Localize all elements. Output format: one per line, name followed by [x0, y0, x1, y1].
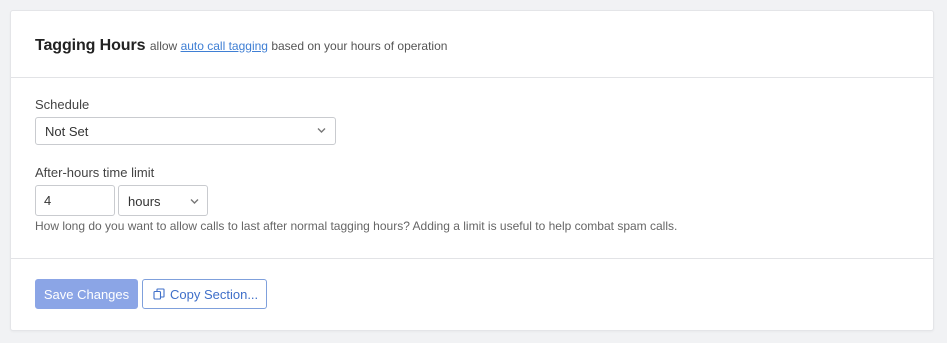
time-limit-input[interactable] — [35, 185, 115, 216]
copy-section-button[interactable]: Copy Section... — [142, 279, 267, 309]
chevron-down-icon — [317, 128, 326, 133]
section-subtitle: allow auto call tagging based on your ho… — [150, 39, 448, 53]
card-header: Tagging Hours allow auto call tagging ba… — [11, 11, 933, 78]
tagging-hours-card: Tagging Hours allow auto call tagging ba… — [10, 10, 934, 331]
save-changes-button[interactable]: Save Changes — [35, 279, 138, 309]
chevron-down-icon — [190, 199, 199, 204]
schedule-label: Schedule — [35, 97, 90, 112]
time-unit-select[interactable]: hours — [118, 185, 208, 216]
time-limit-help-text: How long do you want to allow calls to l… — [35, 219, 678, 233]
after-hours-label: After-hours time limit — [35, 165, 155, 180]
subtitle-suffix: based on your hours of operation — [271, 39, 448, 53]
time-unit-selected-value: hours — [128, 194, 161, 209]
card-body: Schedule Not Set After-hours time limit … — [11, 78, 933, 259]
subtitle-prefix: allow — [149, 39, 178, 53]
card-footer: Save Changes Copy Section... — [11, 259, 933, 309]
copy-section-label: Copy Section... — [170, 286, 259, 302]
schedule-selected-value: Not Set — [45, 124, 89, 139]
auto-call-tagging-link[interactable]: auto call tagging — [181, 39, 268, 53]
copy-icon — [153, 288, 165, 300]
after-hours-row: hours — [35, 185, 933, 216]
schedule-select[interactable]: Not Set — [35, 117, 336, 145]
section-title: Tagging Hours — [35, 37, 146, 54]
